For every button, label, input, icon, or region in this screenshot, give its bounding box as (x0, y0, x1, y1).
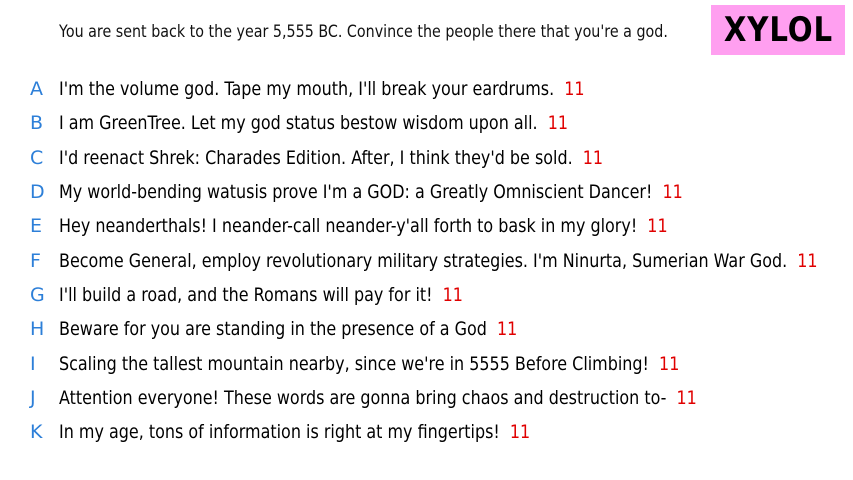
answer-letter: H (30, 318, 45, 341)
answer-score: 11 (496, 318, 518, 341)
answer-h[interactable]: H Beware for you are standing in the pre… (0, 312, 853, 346)
answer-a[interactable]: A I'm the volume god. Tape my mouth, I'l… (0, 72, 853, 106)
logo-text: XYLOL (723, 10, 833, 50)
answer-score: 11 (547, 112, 569, 135)
answer-letter: A (30, 78, 43, 101)
answer-score: 11 (564, 78, 585, 101)
xylol-logo: XYLOL (711, 5, 845, 55)
answer-text: Attention everyone! These words are gonn… (59, 386, 697, 409)
answer-letter: D (30, 181, 45, 204)
answer-b[interactable]: B I am GreenTree. Let my god status best… (0, 106, 853, 140)
answer-c[interactable]: C I'd reenact Shrek: Charades Edition. A… (0, 141, 853, 175)
answer-d[interactable]: D My world-bending watusis prove I'm a G… (0, 175, 853, 209)
answer-score: 11 (676, 386, 697, 409)
answer-text: Become General, employ revolutionary mil… (59, 249, 818, 272)
answer-list: A I'm the volume god. Tape my mouth, I'l… (0, 72, 853, 449)
answer-text: Beware for you are standing in the prese… (59, 318, 518, 341)
answer-score: 11 (662, 181, 683, 204)
answer-letter: F (30, 249, 41, 272)
answer-letter: K (30, 421, 43, 444)
answer-i[interactable]: I Scaling the tallest mountain nearby, s… (0, 346, 853, 380)
answer-score: 11 (509, 421, 531, 444)
answer-letter: J (30, 386, 36, 409)
prompt-text: You are sent back to the year 5,555 BC. … (59, 22, 668, 42)
answer-letter: E (30, 215, 43, 238)
answer-text: I'll build a road, and the Romans will p… (59, 283, 463, 306)
answer-score: 11 (582, 146, 604, 169)
answer-j[interactable]: J Attention everyone! These words are go… (0, 381, 853, 415)
answer-score: 11 (659, 352, 680, 375)
answer-g[interactable]: G I'll build a road, and the Romans will… (0, 278, 853, 312)
answer-score: 11 (442, 283, 463, 306)
answer-letter: I (30, 352, 36, 375)
answer-text: Scaling the tallest mountain nearby, sin… (59, 352, 680, 375)
answer-text: In my age, tons of information is right … (59, 421, 531, 444)
answer-score: 11 (647, 215, 668, 238)
answer-f[interactable]: F Become General, employ revolutionary m… (0, 243, 853, 277)
answer-text: Hey neanderthals! I neander-call neander… (59, 215, 668, 238)
answer-letter: C (30, 146, 44, 169)
answer-text: My world-bending watusis prove I'm a GOD… (59, 181, 683, 204)
answer-letter: G (30, 283, 45, 306)
answer-score: 11 (797, 249, 818, 272)
answer-k[interactable]: K In my age, tons of information is righ… (0, 415, 853, 449)
answer-e[interactable]: E Hey neanderthals! I neander-call neand… (0, 209, 853, 243)
answer-text: I am GreenTree. Let my god status bestow… (59, 112, 569, 135)
answer-text: I'd reenact Shrek: Charades Edition. Aft… (59, 146, 604, 169)
answer-letter: B (30, 112, 44, 135)
answer-text: I'm the volume god. Tape my mouth, I'll … (59, 78, 585, 101)
